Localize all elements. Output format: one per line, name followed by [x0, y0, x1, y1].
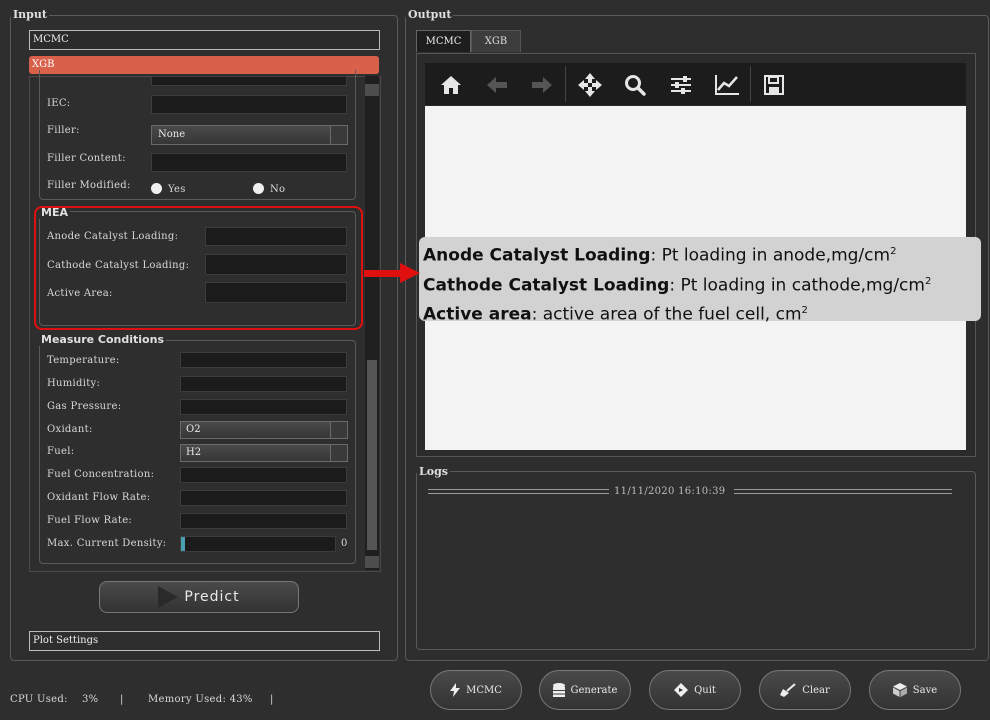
filler-modified-no-radio[interactable]: [253, 183, 264, 194]
iec-label: IEC:: [47, 98, 71, 109]
cpu-value: 3%: [82, 694, 99, 705]
filler-content-field[interactable]: [151, 153, 347, 172]
anode-field[interactable]: [205, 227, 347, 246]
iec-field[interactable]: [151, 95, 347, 114]
logs-title: Logs: [417, 465, 450, 478]
scroll-down-button[interactable]: [365, 556, 379, 568]
toolbar-divider: [750, 66, 751, 102]
quit-button[interactable]: Quit: [649, 670, 741, 710]
chevron-down-icon: [330, 422, 347, 438]
max-current-slider-handle[interactable]: [181, 537, 185, 551]
clear-button[interactable]: Clear: [759, 670, 851, 710]
save-button[interactable]: Save: [869, 670, 961, 710]
mcmc-button[interactable]: MCMC: [430, 670, 522, 710]
back-arrow-icon[interactable]: [482, 70, 512, 100]
chevron-down-icon: [330, 445, 347, 461]
tab-xgb[interactable]: XGB: [471, 30, 521, 52]
red-arrow-icon: [364, 263, 420, 283]
generate-button[interactable]: Generate: [539, 670, 631, 710]
temperature-field[interactable]: [180, 352, 347, 368]
diamond-arrow-icon: [674, 683, 689, 697]
max-current-slider[interactable]: [180, 536, 336, 552]
fuel-concentration-field[interactable]: [180, 467, 347, 483]
memory-usage: Memory Used: 43%: [148, 694, 253, 705]
tooltip-line-area: Active area: active area of the fuel cel…: [423, 304, 808, 325]
zoom-icon[interactable]: [620, 70, 650, 100]
cathode-label: Cathode Catalyst Loading:: [47, 260, 190, 271]
oxidant-flow-label: Oxidant Flow Rate:: [47, 492, 151, 503]
tab-mcmc[interactable]: MCMC: [416, 30, 471, 52]
fuel-label: Fuel:: [47, 446, 75, 457]
database-icon: [552, 683, 565, 697]
model-item-mcmc[interactable]: MCMC: [29, 30, 380, 50]
filler-select[interactable]: None: [151, 125, 348, 145]
cathode-field[interactable]: [205, 254, 347, 275]
log-separator-left: [428, 489, 609, 494]
logs-group: Logs: [416, 465, 976, 650]
scroll-up-button[interactable]: [365, 84, 379, 96]
input-panel-title: Input: [11, 8, 49, 21]
fuel-flow-field[interactable]: [180, 513, 347, 529]
filler-modified-label: Filler Modified:: [47, 180, 131, 191]
measure-conditions-title: Measure Conditions: [39, 333, 166, 346]
forward-arrow-icon[interactable]: [527, 70, 557, 100]
log-separator-right: [734, 489, 952, 494]
status-separator: |: [120, 694, 124, 705]
output-panel-title: Output: [406, 8, 454, 21]
cube-icon: [892, 683, 907, 697]
status-separator: |: [270, 694, 274, 705]
oxidant-flow-field[interactable]: [180, 490, 347, 506]
active-area-label: Active Area:: [47, 288, 113, 299]
tooltip-line-anode: Anode Catalyst Loading: Pt loading in an…: [423, 245, 897, 266]
oxidant-label: Oxidant:: [47, 424, 93, 435]
fuel-select[interactable]: H2: [180, 444, 348, 462]
anode-label: Anode Catalyst Loading:: [47, 231, 179, 242]
chevron-down-icon: [330, 126, 347, 144]
broom-icon: [780, 683, 796, 697]
yes-label: Yes: [168, 184, 186, 195]
info-tooltip: Anode Catalyst Loading: Pt loading in an…: [419, 237, 981, 325]
input-scrollbar[interactable]: [365, 76, 379, 570]
oxidant-select[interactable]: O2: [180, 421, 348, 439]
max-current-label: Max. Current Density:: [47, 538, 167, 549]
play-icon: [158, 586, 179, 608]
edit-axis-icon[interactable]: [712, 70, 742, 100]
save-icon[interactable]: [759, 70, 789, 100]
humidity-label: Humidity:: [47, 378, 101, 389]
home-icon[interactable]: [436, 70, 466, 100]
no-label: No: [270, 184, 286, 195]
cpu-label: CPU Used:: [10, 694, 68, 705]
temperature-label: Temperature:: [47, 355, 120, 366]
log-timestamp: 11/11/2020 16:10:39: [614, 486, 726, 497]
predict-button[interactable]: Predict: [99, 581, 299, 613]
scrollbar-handle[interactable]: [367, 360, 377, 550]
configure-icon[interactable]: [666, 70, 696, 100]
membrane-field-clipped[interactable]: [151, 76, 347, 86]
filler-label: Filler:: [47, 125, 80, 136]
max-current-value: 0: [341, 538, 348, 549]
lightning-icon: [450, 683, 461, 697]
toolbar-divider: [565, 66, 566, 102]
active-area-field[interactable]: [205, 282, 347, 303]
filler-modified-yes-radio[interactable]: [151, 183, 162, 194]
fuel-concentration-label: Fuel Concentration:: [47, 469, 155, 480]
pan-icon[interactable]: [575, 70, 605, 100]
fuel-flow-label: Fuel Flow Rate:: [47, 515, 133, 526]
tooltip-line-cathode: Cathode Catalyst Loading: Pt loading in …: [423, 275, 932, 296]
plot-settings-item[interactable]: Plot Settings: [29, 631, 380, 651]
filler-content-label: Filler Content:: [47, 153, 126, 164]
humidity-field[interactable]: [180, 376, 347, 392]
gas-pressure-field[interactable]: [180, 399, 347, 415]
gas-pressure-label: Gas Pressure:: [47, 401, 122, 412]
